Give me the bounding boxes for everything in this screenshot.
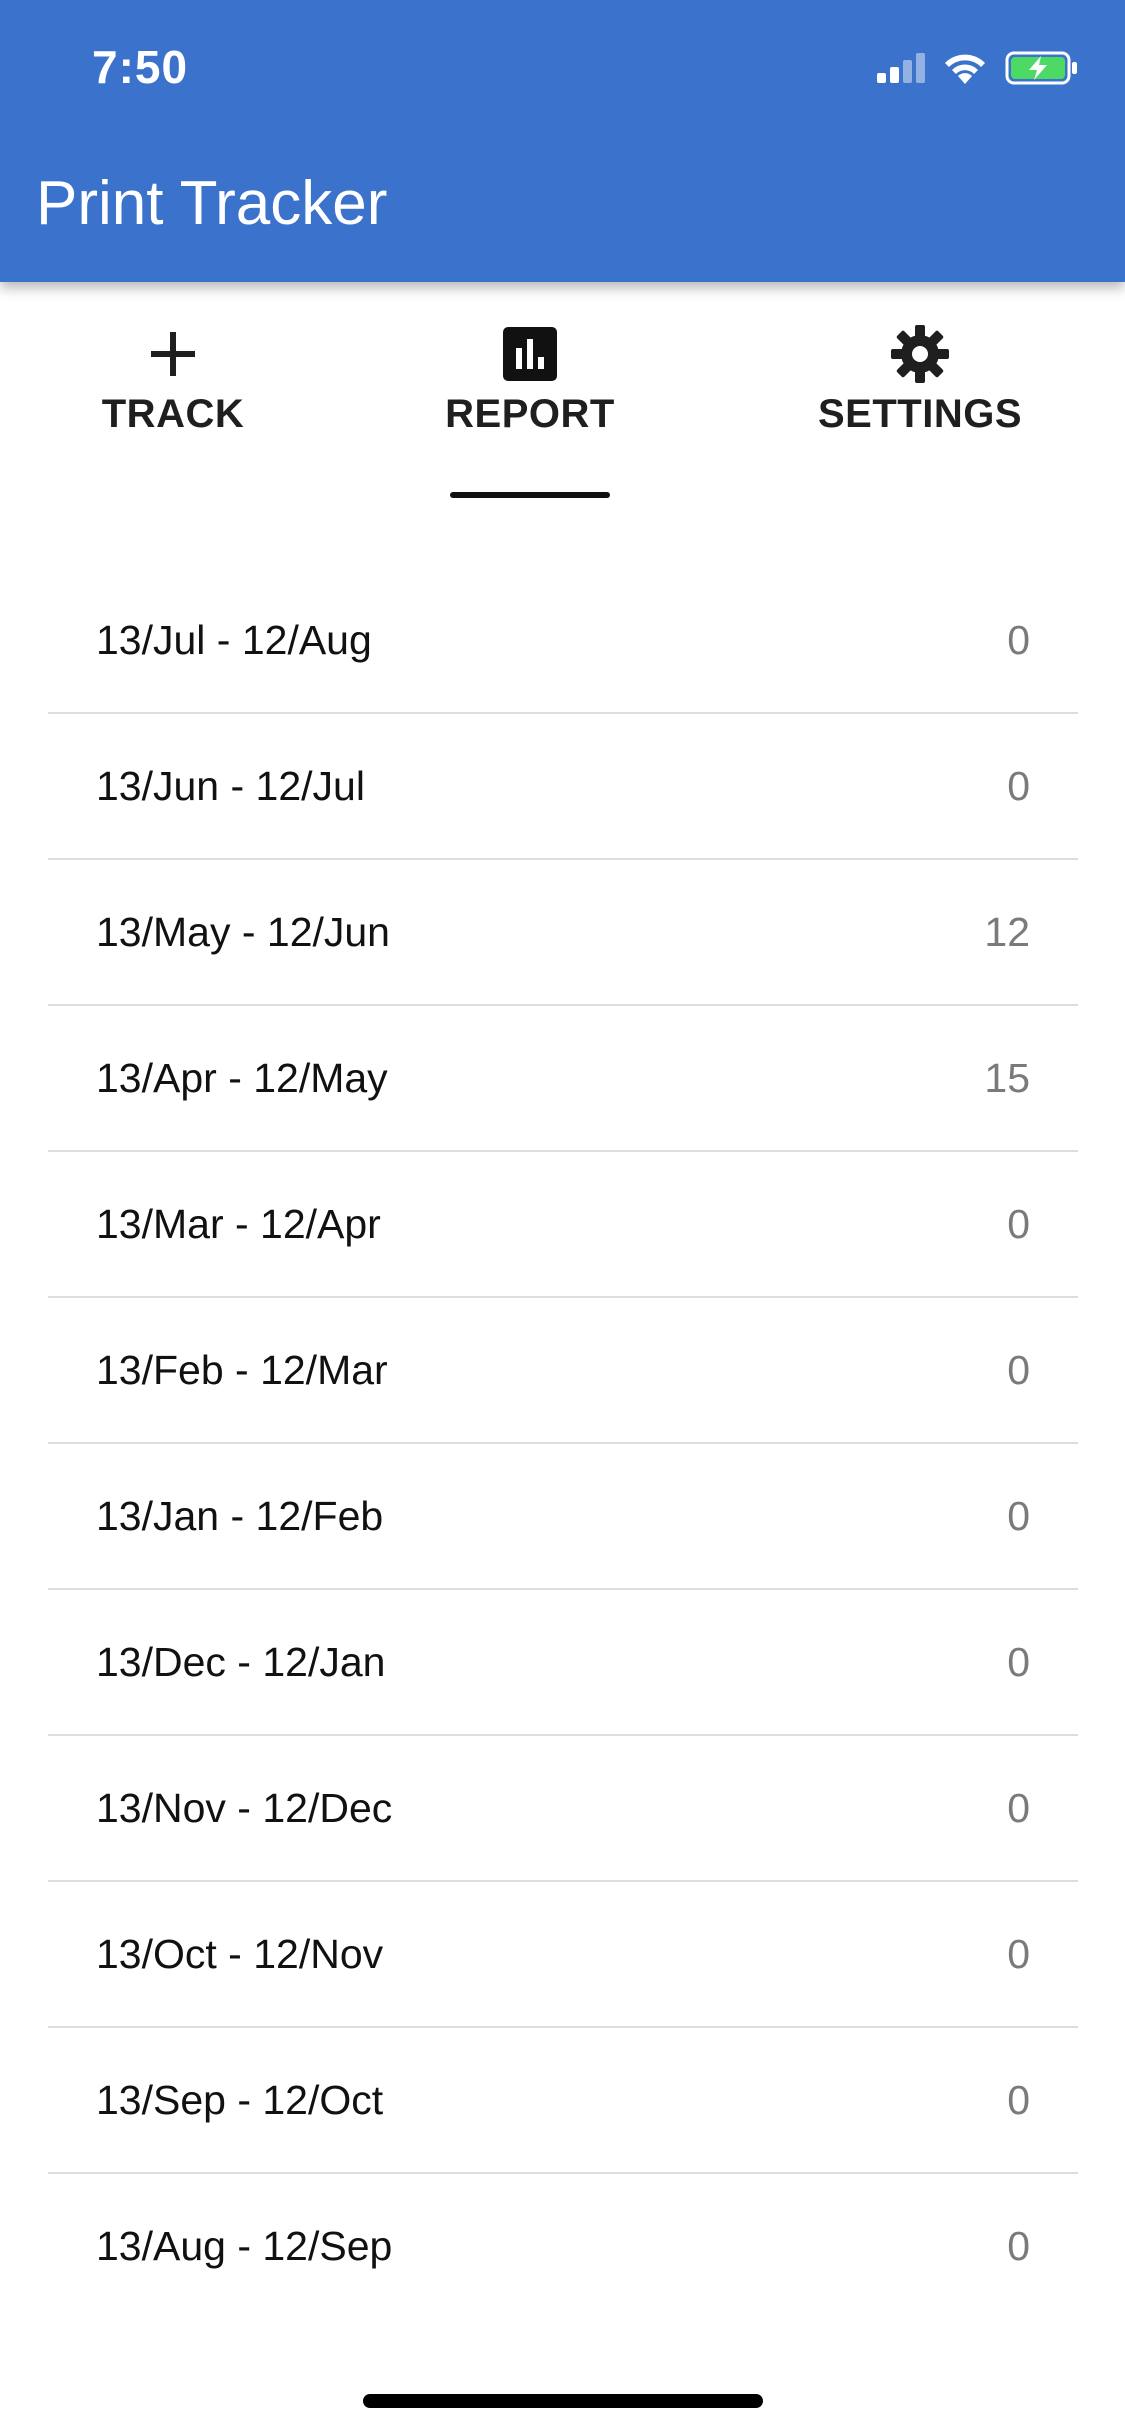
list-item[interactable]: 13/May - 12/Jun 12 — [48, 860, 1078, 1006]
tab-bar: TRACK REPORT SETTINGS — [0, 282, 1125, 502]
period-range: 13/Jan - 12/Feb — [96, 1492, 384, 1539]
list-item[interactable]: 13/Dec - 12/Jan 0 — [48, 1590, 1078, 1736]
plus-icon — [143, 324, 203, 384]
print-count: 0 — [1007, 1638, 1030, 1685]
battery-charging-icon — [1005, 51, 1079, 90]
print-count: 0 — [1007, 616, 1030, 663]
period-range: 13/Feb - 12/Mar — [96, 1346, 388, 1393]
tab-report[interactable]: REPORT — [445, 282, 614, 502]
period-range: 13/Jun - 12/Jul — [96, 762, 365, 809]
tab-label: REPORT — [445, 392, 615, 436]
gear-icon — [890, 324, 950, 384]
period-range: 13/Aug - 12/Sep — [96, 2222, 393, 2269]
report-list: 13/Jul - 12/Aug 0 13/Jun - 12/Jul 0 13/M… — [48, 568, 1078, 2318]
period-range: 13/May - 12/Jun — [96, 908, 390, 955]
app-bar: 7:50 Print Tracker — [0, 0, 1125, 282]
print-count: 0 — [1007, 1784, 1030, 1831]
print-count: 0 — [1007, 1930, 1030, 1977]
print-count: 12 — [984, 908, 1030, 955]
list-item[interactable]: 13/Aug - 12/Sep 0 — [48, 2174, 1078, 2318]
wifi-icon — [943, 51, 987, 90]
period-range: 13/Sep - 12/Oct — [96, 2076, 384, 2123]
tab-label: TRACK — [101, 392, 245, 436]
list-item[interactable]: 13/Jun - 12/Jul 0 — [48, 714, 1078, 860]
app-title: Print Tracker — [36, 169, 388, 238]
period-range: 13/Jul - 12/Aug — [96, 616, 372, 663]
bar-chart-icon — [500, 324, 560, 384]
list-item[interactable]: 13/Oct - 12/Nov 0 — [48, 1882, 1078, 2028]
status-time: 7:50 — [92, 41, 189, 93]
tab-label: SETTINGS — [817, 392, 1023, 436]
period-range: 13/Nov - 12/Dec — [96, 1784, 393, 1831]
list-item[interactable]: 13/Mar - 12/Apr 0 — [48, 1152, 1078, 1298]
tab-track[interactable]: TRACK — [68, 282, 278, 502]
period-range: 13/Apr - 12/May — [96, 1054, 388, 1101]
list-item[interactable]: 13/Feb - 12/Mar 0 — [48, 1298, 1078, 1444]
period-range: 13/Oct - 12/Nov — [96, 1930, 384, 1977]
print-count: 0 — [1007, 2222, 1030, 2269]
tab-settings[interactable]: SETTINGS — [815, 282, 1025, 502]
status-icons — [877, 48, 1079, 92]
period-range: 13/Dec - 12/Jan — [96, 1638, 386, 1685]
list-item[interactable]: 13/Jan - 12/Feb 0 — [48, 1444, 1078, 1590]
cellular-signal-icon — [877, 52, 925, 88]
active-tab-indicator — [450, 492, 610, 498]
print-count: 0 — [1007, 2076, 1030, 2123]
print-count: 15 — [984, 1054, 1030, 1101]
print-count: 0 — [1007, 762, 1030, 809]
list-item[interactable]: 13/Jul - 12/Aug 0 — [48, 568, 1078, 714]
list-item[interactable]: 13/Apr - 12/May 15 — [48, 1006, 1078, 1152]
period-range: 13/Mar - 12/Apr — [96, 1200, 381, 1247]
home-indicator[interactable] — [363, 2394, 763, 2408]
list-item[interactable]: 13/Nov - 12/Dec 0 — [48, 1736, 1078, 1882]
print-count: 0 — [1007, 1492, 1030, 1539]
print-count: 0 — [1007, 1200, 1030, 1247]
list-item[interactable]: 13/Sep - 12/Oct 0 — [48, 2028, 1078, 2174]
print-count: 0 — [1007, 1346, 1030, 1393]
